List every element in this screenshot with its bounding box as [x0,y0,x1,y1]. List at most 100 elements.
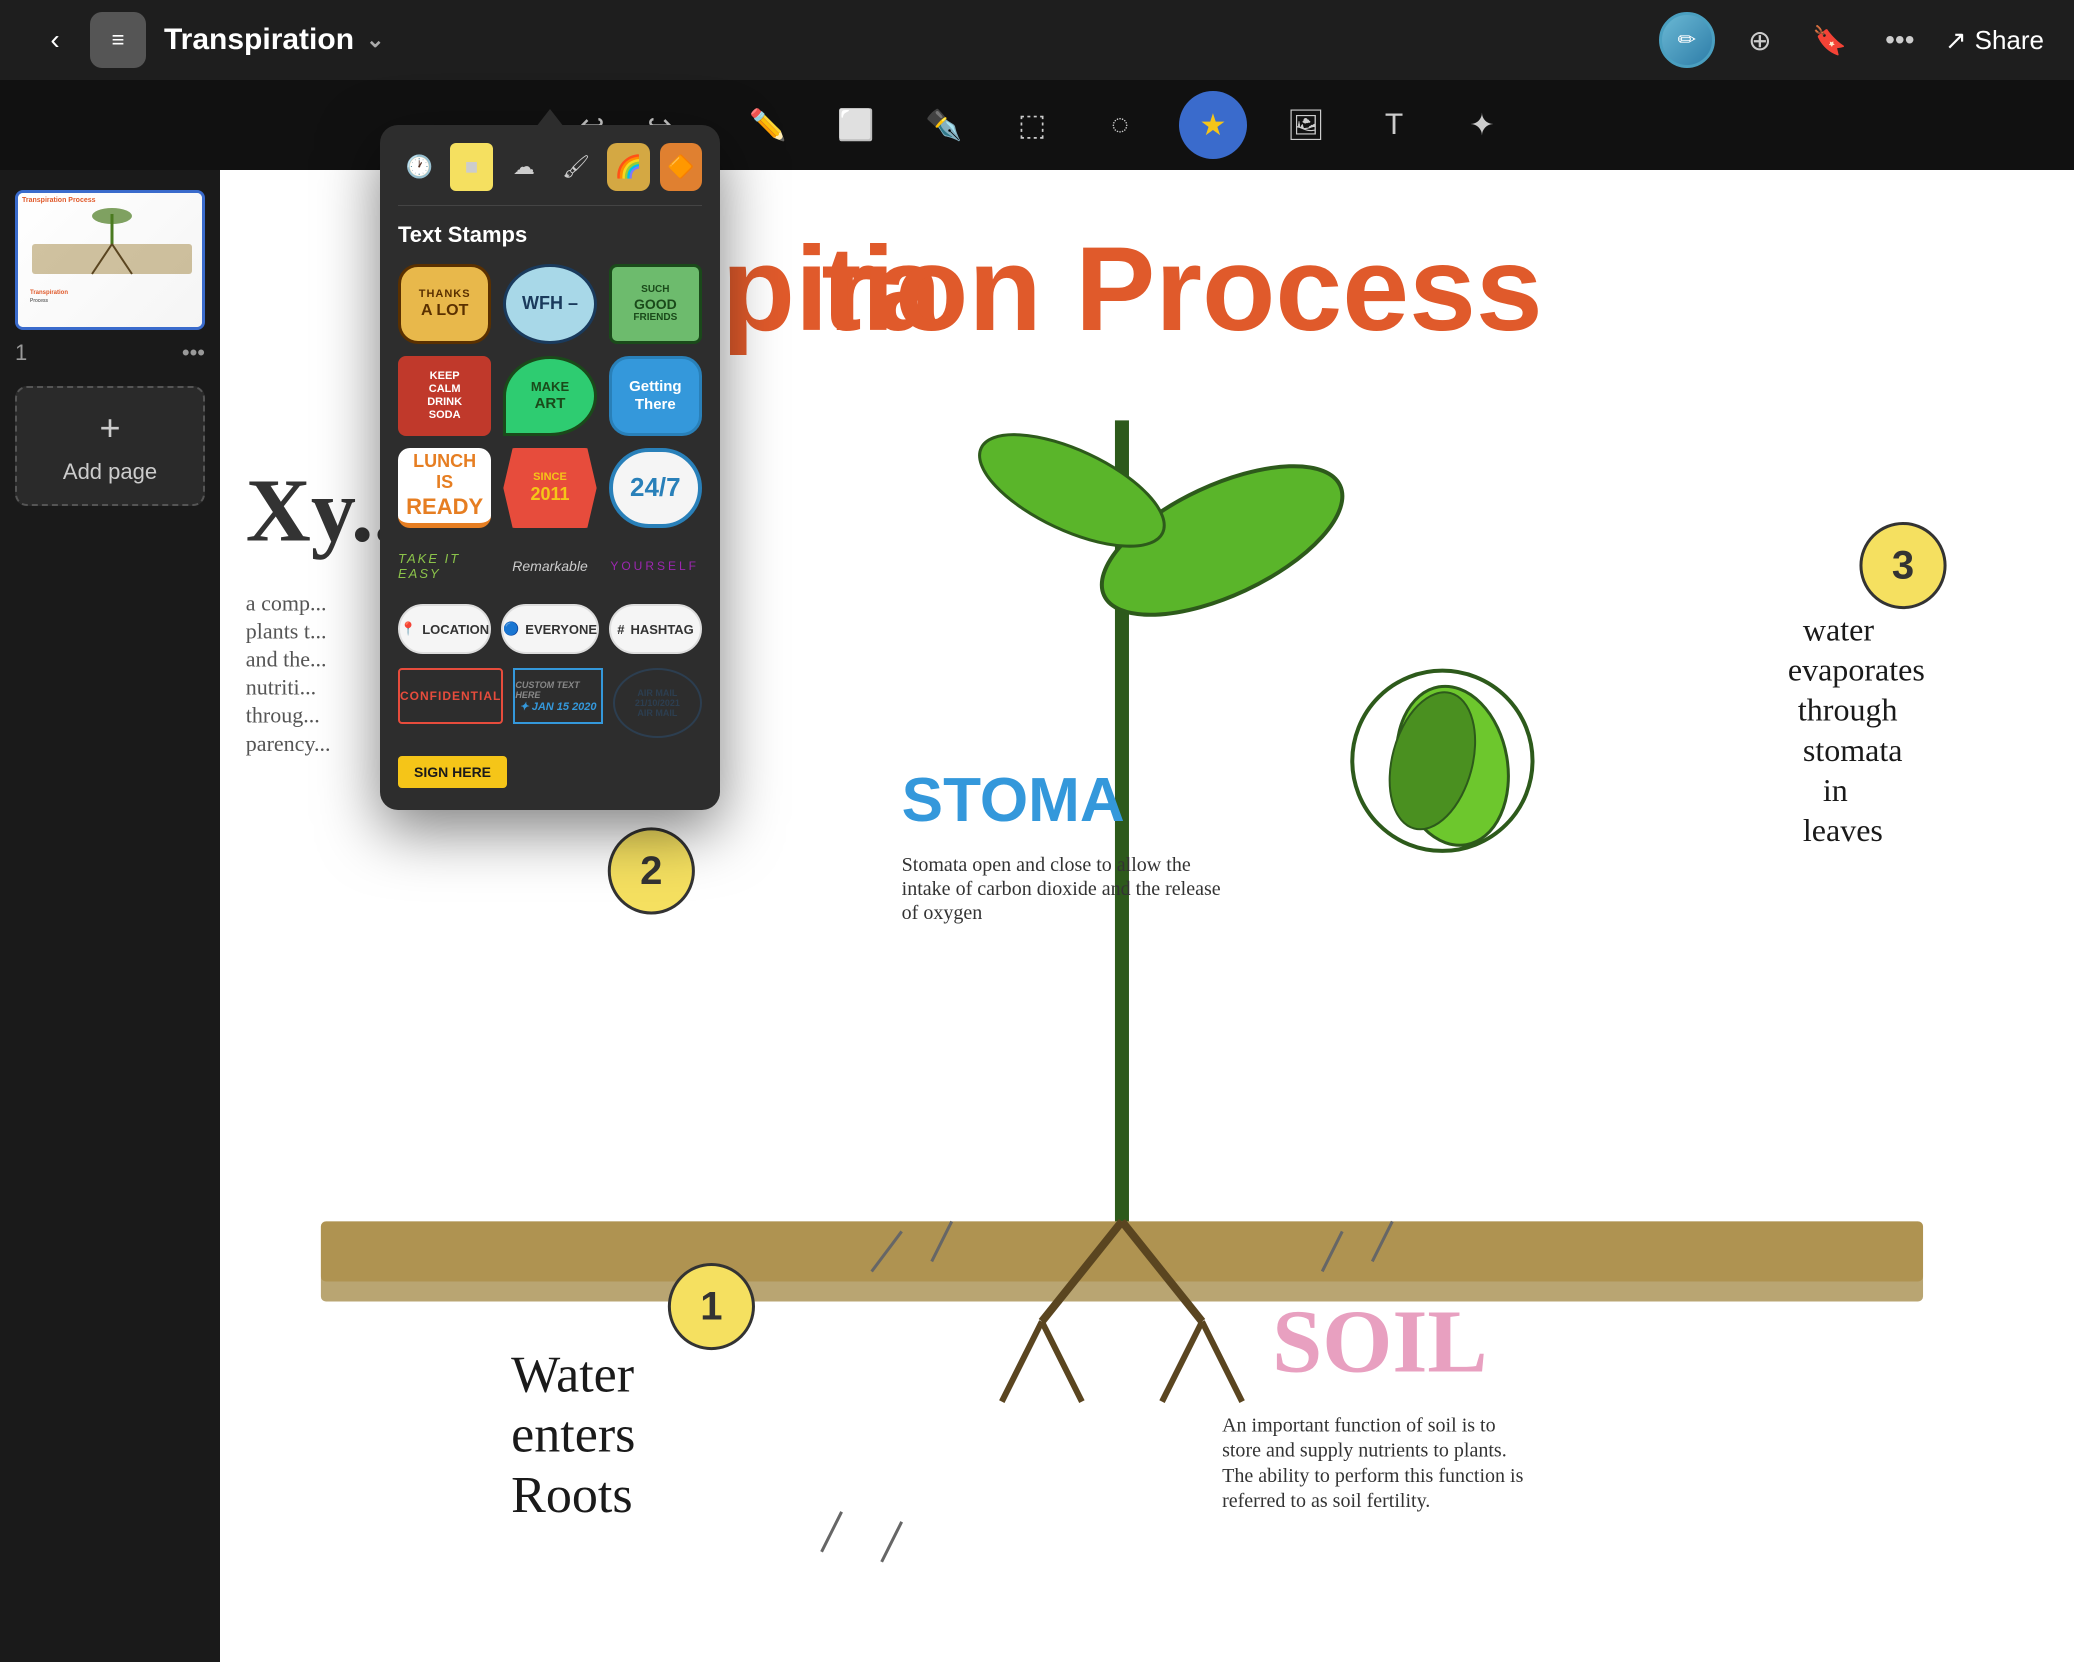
stamp-everyone[interactable]: 🔵 EVERYONE [501,604,599,654]
image-tool[interactable]: 🖼 [1277,96,1335,154]
top-bar: ‹ ≡ Transpiration ⌄ ✏ ⊕ 🔖 ••• ↗ Share [0,0,2074,80]
stamp-since-2011[interactable]: SINCE 2011 [503,448,596,528]
svg-text:water: water [1803,612,1874,648]
svg-text:referred to as soil fertility.: referred to as soil fertility. [1222,1490,1430,1512]
pen-icon: ✒️ [925,108,962,143]
back-icon: ‹ [50,24,59,56]
svg-text:throug...: throug... [246,703,320,728]
page-label: 1 ••• [15,340,205,366]
stamp-such-good-friends[interactable]: SUCH GOOD FRIENDS [609,264,702,344]
stamp-lunch-is-ready[interactable]: LUNCH IS READY [398,448,491,528]
svg-text:1: 1 [700,1285,722,1329]
pen-tool[interactable]: ✒️ [915,96,973,154]
svg-text:leaves: leaves [1803,812,1883,848]
stamp-row: CONFIDENTIAL CUSTOM TEXT HERE ✦ JAN 15 2… [398,668,702,738]
bookmark-icon-btn[interactable]: 🔖 [1805,15,1855,65]
svg-text:2: 2 [640,849,662,893]
svg-text:An important function of soil: An important function of soil is to [1222,1415,1496,1437]
magic-tool[interactable]: ✦ [1453,96,1511,154]
star-icon: ★ [1200,108,1227,143]
svg-text:3: 3 [1892,544,1914,588]
text-style-row: TAKE IT EASY Remarkable YOURSELF [398,542,702,590]
sidebar: Transpiration Process Transpiration Proc… [0,170,220,1662]
everyone-icon: 🔵 [503,621,519,637]
stamp-custom-text[interactable]: CUSTOM TEXT HERE ✦ JAN 15 2020 [513,668,602,724]
stamp-location[interactable]: 📍 LOCATION [398,604,491,654]
stamp-make-art[interactable]: MAKE ART [503,356,596,436]
svg-text:SOIL: SOIL [1272,1293,1487,1392]
svg-text:Stomata open and close to allo: Stomata open and close to allow the [902,854,1191,876]
add-page-label: Add page [63,459,157,485]
svg-text:evaporates: evaporates [1788,652,1925,688]
stamp-getting-there[interactable]: Getting There [609,356,702,436]
stamp-keep-calm[interactable]: KEEP CALM DRINK SODA [398,356,491,436]
stamp-24-7[interactable]: 24/7 [609,448,702,528]
svg-text:store and supply nutrients to: store and supply nutrients to plants. [1222,1440,1507,1462]
avatar: ✏ [1659,12,1715,68]
document-icon: ≡ [90,12,146,68]
tab-rainbow[interactable]: 🌈 [607,143,649,191]
svg-text:through: through [1798,692,1898,728]
thumb-sketch: Transpiration Process [22,204,202,314]
tab-square[interactable]: ■ [450,143,492,191]
selection-icon: ⬚ [1018,108,1046,143]
stamp-remarkable[interactable]: Remarkable [503,542,598,590]
image-icon: 🖼 [1287,108,1325,143]
more-options-button[interactable]: ••• [1875,15,1925,65]
stamp-wfh[interactable]: WFH – [503,264,596,344]
chevron-down-icon[interactable]: ⌄ [366,27,384,53]
sticker-section-title: Text Stamps [398,222,702,248]
stamp-yourself[interactable]: YOURSELF [607,542,702,590]
sticker-tool[interactable]: ★ [1179,91,1247,159]
svg-text:STOMA: STOMA [902,766,1125,835]
svg-text:Transpiration: Transpiration [30,290,68,296]
svg-text:parency...: parency... [246,731,331,756]
svg-text:The ability to perform this fu: The ability to perform this function is [1222,1465,1524,1487]
hashtag-icon: # [617,622,624,637]
svg-text:of oxygen: of oxygen [902,902,983,924]
pencil-icon: ✏️ [749,108,786,143]
tab-orange[interactable]: 🔶 [660,143,702,191]
sign-here-area: SIGN HERE [398,752,702,792]
document-title: Transpiration ⌄ [164,23,384,57]
page-more-icon[interactable]: ••• [182,340,205,366]
stamp-thanks-a-lot[interactable]: THANKS A LOT [398,264,491,344]
svg-text:a comp...: a comp... [246,591,327,616]
svg-text:Process: Process [30,298,49,304]
badge-row: 📍 LOCATION 🔵 EVERYONE # HASHTAG [398,604,702,654]
back-button[interactable]: ‹ [30,15,80,65]
text-tool[interactable]: T [1365,96,1423,154]
stamp-hashtag[interactable]: # HASHTAG [609,604,702,654]
lasso-icon: ◌ [1111,108,1129,142]
sticker-tabs: 🕐 ■ ☁ 🖌 🌈 🔶 [398,143,702,206]
svg-text:intake of carbon dioxide and t: intake of carbon dioxide and the release [902,878,1221,900]
svg-text:Water: Water [511,1347,634,1404]
top-bar-right: ✏ ⊕ 🔖 ••• ↗ Share [1659,12,2044,68]
toolbar: ↩ ↪ ✏️ ⬜ ✒️ ⬚ ◌ ★ 🖼 T ✦ [0,80,2074,170]
plus-icon: + [99,407,120,449]
pencil-tool[interactable]: ✏️ [739,96,797,154]
lasso-tool[interactable]: ◌ [1091,96,1149,154]
stamp-sign-here[interactable]: SIGN HERE [398,756,507,788]
selection-tool[interactable]: ⬚ [1003,96,1061,154]
stamp-take-it-easy[interactable]: TAKE IT EASY [398,542,493,590]
share-button[interactable]: ↗ Share [1945,25,2044,56]
thumb-content: Transpiration Process Transpiration Proc… [18,193,202,327]
thumb-mini-content: Transpiration Process Transpiration Proc… [18,193,202,327]
sticker-grid: THANKS A LOT WFH – SUCH GOOD FRIENDS KEE… [398,264,702,528]
svg-text:and the...: and the... [246,647,327,672]
tab-cloud[interactable]: ☁ [503,143,545,191]
add-page-icon-btn[interactable]: ⊕ [1735,15,1785,65]
eraser-tool[interactable]: ⬜ [827,96,885,154]
tab-brush[interactable]: 🖌 [555,143,597,191]
tab-recent[interactable]: 🕐 [398,143,440,191]
stamp-air-mail[interactable]: AIR MAIL 21/10/2021 AIR MAIL [613,668,702,738]
svg-text:enters: enters [511,1407,635,1464]
svg-text:Roots: Roots [511,1467,632,1524]
eraser-icon: ⬜ [837,108,874,143]
add-page-button[interactable]: + Add page [15,386,205,506]
svg-text:nutriti...: nutriti... [246,675,316,700]
page-thumbnail[interactable]: Transpiration Process Transpiration Proc… [15,190,205,330]
stamp-confidential[interactable]: CONFIDENTIAL [398,668,503,724]
svg-text:stomata: stomata [1803,732,1903,768]
